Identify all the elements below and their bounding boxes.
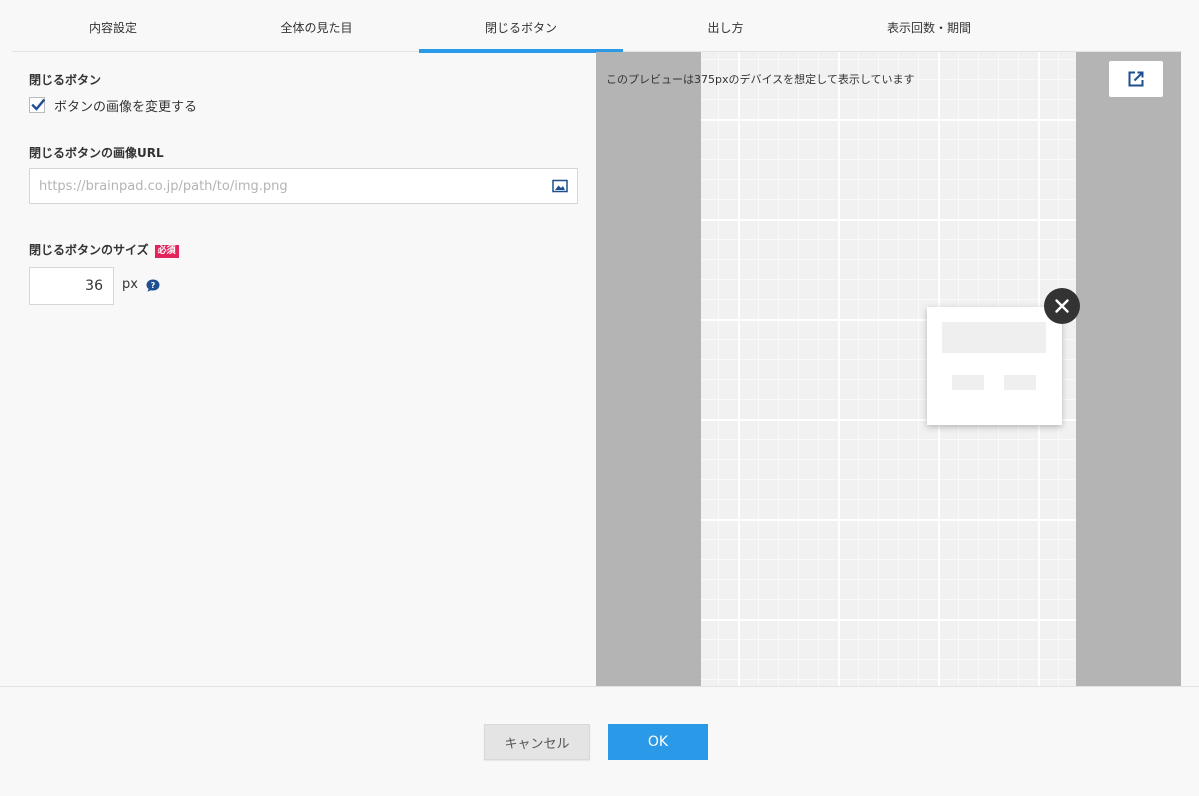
close-icon [1055, 299, 1069, 313]
tab-close-button[interactable]: 閉じるボタン [419, 0, 623, 53]
help-bubble-icon[interactable]: ? [146, 279, 160, 292]
change-image-checkbox[interactable] [29, 97, 45, 113]
cancel-button[interactable]: キャンセル [484, 724, 590, 760]
required-badge: 必須 [154, 245, 179, 258]
ok-button[interactable]: OK [608, 724, 708, 760]
check-icon [31, 98, 45, 111]
tab-appearance[interactable]: 全体の見た目 [214, 0, 419, 52]
popup-mock-bar [942, 322, 1046, 353]
device-preview [701, 52, 1080, 686]
change-image-checkbox-row[interactable]: ボタンの画像を変更する [29, 96, 198, 115]
external-link-icon [1128, 71, 1144, 87]
popup-mock-button-2 [1004, 375, 1036, 390]
size-heading: 閉じるボタンのサイズ 必須 [29, 241, 179, 258]
close-button-heading: 閉じるボタン [29, 73, 102, 87]
size-input[interactable] [30, 268, 113, 304]
tab-display-method[interactable]: 出し方 [623, 0, 828, 52]
change-image-checkbox-label: ボタンの画像を変更する [54, 99, 198, 115]
close-button-preview[interactable] [1044, 288, 1080, 324]
image-url-field [29, 168, 578, 204]
tab-display-count-period[interactable]: 表示回数・期間 [828, 0, 1030, 52]
size-field [29, 267, 114, 305]
preview-panel: このプレビューは375pxのデバイスを想定して表示しています [596, 52, 1181, 686]
preview-note: このプレビューは375pxのデバイスを想定して表示しています [606, 73, 915, 86]
size-unit: px [122, 277, 138, 292]
dialog-footer: キャンセル OK [0, 686, 1199, 796]
open-external-button[interactable] [1109, 61, 1163, 97]
image-icon[interactable] [552, 179, 568, 193]
tab-bar: 内容設定 全体の見た目 閉じるボタン 出し方 表示回数・期間 [12, 0, 1182, 53]
popup-mock [927, 307, 1062, 425]
tab-content-settings[interactable]: 内容設定 [12, 0, 214, 52]
image-url-heading: 閉じるボタンの画像URL [29, 146, 164, 160]
size-heading-text: 閉じるボタンのサイズ [29, 243, 149, 257]
image-url-input[interactable] [30, 169, 552, 203]
popup-mock-button-1 [952, 375, 984, 390]
svg-text:?: ? [151, 281, 156, 290]
